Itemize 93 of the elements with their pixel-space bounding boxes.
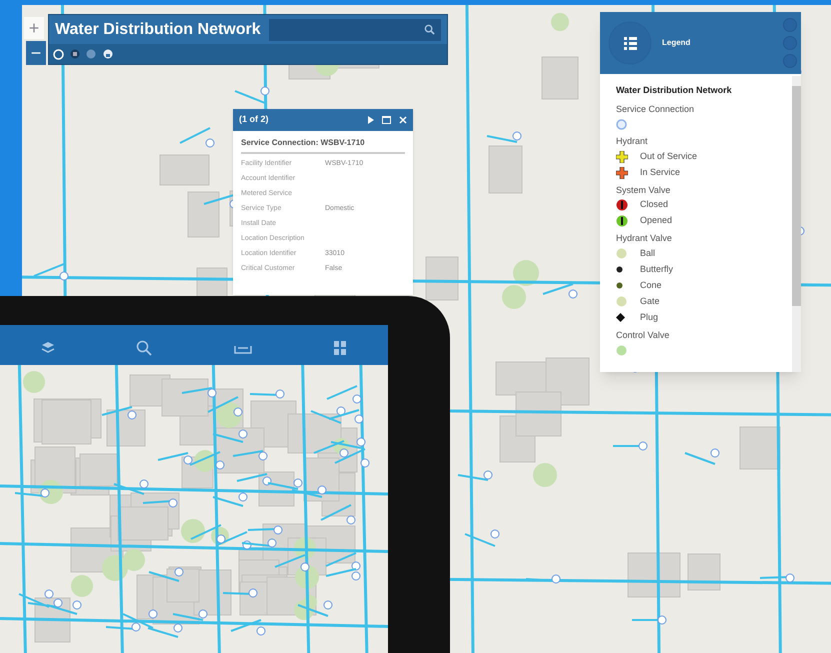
service-line bbox=[268, 478, 302, 490]
legend-item-label: In Service bbox=[640, 166, 680, 179]
service-line bbox=[212, 492, 248, 507]
service-line bbox=[326, 385, 362, 404]
layers-icon[interactable] bbox=[70, 49, 80, 60]
home-icon[interactable] bbox=[53, 48, 64, 60]
grid-icon[interactable] bbox=[333, 340, 348, 356]
building-shape bbox=[34, 446, 76, 488]
building-shape bbox=[160, 154, 210, 186]
legend-group-label: Service Connection bbox=[616, 102, 696, 116]
service-line bbox=[236, 473, 272, 486]
building-shape bbox=[166, 568, 200, 602]
zoom-out-button[interactable]: − bbox=[26, 41, 46, 65]
legend-item-label: Cone bbox=[640, 278, 662, 292]
tree-shape bbox=[194, 450, 216, 472]
scrollbar[interactable] bbox=[792, 76, 801, 372]
service-line bbox=[102, 406, 136, 420]
maximize-icon[interactable] bbox=[382, 116, 391, 124]
service-line bbox=[486, 132, 522, 143]
search-field[interactable] bbox=[268, 18, 441, 41]
building-shape bbox=[516, 392, 562, 436]
service-line bbox=[180, 127, 214, 148]
search-icon[interactable] bbox=[424, 24, 435, 36]
legend-group-label: Control Valve bbox=[616, 328, 670, 342]
service-line bbox=[464, 530, 500, 547]
service-line bbox=[684, 448, 720, 465]
service-line bbox=[760, 574, 794, 582]
service-line bbox=[250, 390, 284, 398]
service-line bbox=[526, 574, 560, 584]
service-line bbox=[190, 524, 226, 544]
legend-group-label: System Valve bbox=[616, 184, 672, 197]
tree-shape bbox=[123, 549, 145, 571]
building-shape bbox=[42, 400, 92, 444]
service-line bbox=[14, 488, 50, 498]
popup-title: Service Connection: WSBV-1710 bbox=[241, 137, 405, 154]
tree-shape bbox=[533, 463, 557, 487]
service-line bbox=[320, 504, 356, 524]
service-line bbox=[114, 480, 148, 495]
building-shape bbox=[188, 192, 220, 238]
service-line bbox=[328, 409, 364, 424]
legend-item-label: Plug bbox=[640, 310, 658, 324]
close-icon[interactable] bbox=[399, 116, 407, 124]
building-shape bbox=[740, 426, 780, 470]
building-shape bbox=[426, 256, 458, 300]
tree-shape bbox=[502, 285, 526, 309]
app-title: Water Distribution Network bbox=[55, 20, 261, 40]
popup-pager: (1 of 2) bbox=[239, 113, 269, 126]
building-shape bbox=[488, 146, 522, 194]
tree-shape bbox=[513, 260, 539, 286]
building-shape bbox=[80, 454, 118, 486]
legend-item-label: Opened bbox=[640, 214, 672, 228]
tree-shape bbox=[181, 519, 205, 543]
legend-title: Legend bbox=[662, 37, 690, 49]
service-line bbox=[458, 470, 492, 481]
service-line bbox=[172, 610, 208, 621]
legend-item-label: Out of Service bbox=[640, 150, 698, 163]
service-line bbox=[34, 263, 68, 280]
service-line bbox=[148, 624, 182, 638]
legend-item-label: Ball bbox=[640, 246, 656, 260]
building-shape bbox=[546, 358, 590, 406]
legend-layer-title: Water Distribution Network bbox=[616, 84, 733, 97]
tree-shape bbox=[71, 575, 93, 597]
tree-shape bbox=[551, 13, 569, 31]
legend-item-label: Gate bbox=[640, 294, 660, 308]
service-line bbox=[632, 616, 666, 624]
tree-shape bbox=[23, 371, 45, 393]
next-icon[interactable] bbox=[368, 116, 374, 124]
list-icon[interactable] bbox=[608, 21, 652, 65]
service-line bbox=[310, 406, 346, 424]
service-line bbox=[232, 450, 268, 460]
building-shape bbox=[542, 56, 578, 100]
legend-group-label: Hydrant bbox=[616, 135, 649, 148]
service-line bbox=[292, 486, 326, 498]
service-line bbox=[148, 568, 184, 582]
service-line bbox=[212, 430, 248, 443]
building-shape bbox=[162, 378, 208, 416]
building-shape bbox=[688, 554, 720, 590]
service-line bbox=[142, 498, 178, 508]
service-line bbox=[230, 619, 266, 636]
search-icon[interactable] bbox=[136, 340, 152, 356]
layers-icon[interactable] bbox=[40, 341, 55, 355]
service-line bbox=[274, 554, 310, 572]
service-line bbox=[542, 283, 578, 298]
service-line bbox=[222, 588, 258, 598]
service-line bbox=[613, 442, 648, 450]
basemap-icon[interactable] bbox=[86, 49, 96, 60]
legend-item-label: Closed bbox=[640, 198, 668, 212]
service-line bbox=[234, 86, 270, 104]
tree-shape bbox=[294, 537, 316, 559]
legend-group-label: Hydrant Valve bbox=[616, 232, 673, 245]
legend-item-label: Butterfly bbox=[640, 262, 674, 276]
share-icon[interactable] bbox=[102, 49, 114, 60]
zoom-in-button[interactable]: + bbox=[24, 17, 44, 39]
